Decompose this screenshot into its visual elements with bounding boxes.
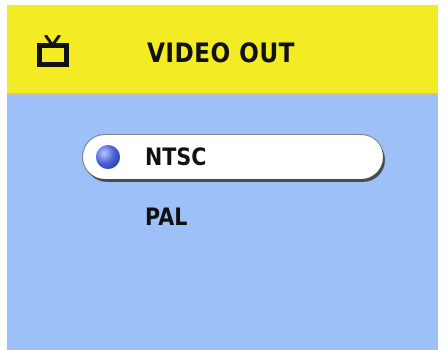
- option-ntsc[interactable]: NTSC: [83, 135, 383, 179]
- option-label: NTSC: [145, 143, 207, 171]
- page-title: VIDEO OUT: [147, 38, 295, 69]
- option-pal[interactable]: PAL: [83, 195, 383, 239]
- video-out-screen: VIDEO OUT NTSC PAL: [7, 5, 438, 350]
- option-label: PAL: [145, 203, 188, 231]
- tv-icon: [35, 34, 71, 69]
- video-out-options: NTSC PAL: [7, 95, 438, 350]
- selected-bullet-icon: [96, 145, 120, 169]
- header-bar: VIDEO OUT: [7, 5, 438, 95]
